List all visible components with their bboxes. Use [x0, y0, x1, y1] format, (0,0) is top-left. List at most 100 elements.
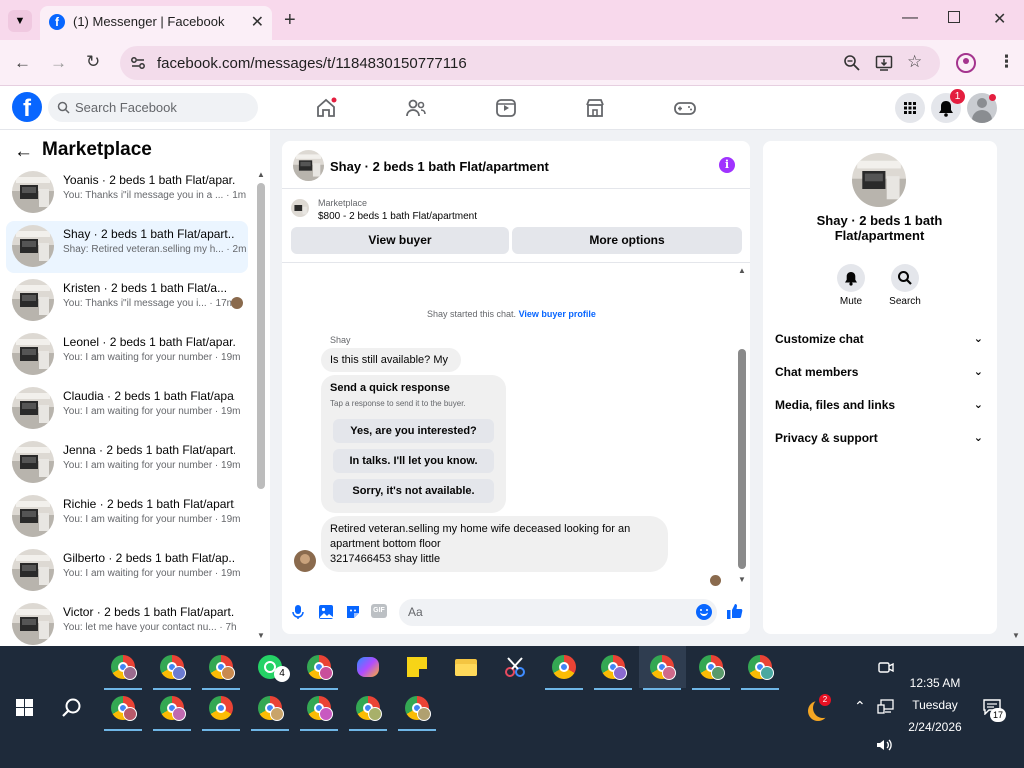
chrome-taskbar-icon[interactable] [202, 652, 240, 690]
close-window-button[interactable]: ✕ [993, 9, 1006, 29]
chat-scrollbar[interactable] [738, 349, 746, 569]
whatsapp-taskbar-icon[interactable]: 4 [255, 652, 290, 682]
chrome-taskbar-icon[interactable] [153, 652, 191, 690]
thumbs-up-icon[interactable] [726, 603, 743, 620]
chat-header-title[interactable]: Shay · 2 beds 1 bath Flat/apartment [330, 159, 549, 174]
scroll-up-icon[interactable]: ▲ [257, 170, 265, 179]
privacy-support-section[interactable]: Privacy & support ⌄ [775, 431, 987, 445]
mute-button[interactable] [837, 264, 865, 292]
system-clock[interactable]: 12:35 AM Tuesday 2/24/2026 [880, 676, 990, 734]
conversation-item[interactable]: Yoanis · 2 beds 1 bath Flat/apar... You: … [6, 167, 248, 219]
quick-response-option[interactable]: Yes, are you interested? [333, 419, 494, 443]
emoji-icon[interactable] [696, 604, 712, 620]
tab-search-button[interactable]: ▼ [8, 10, 32, 32]
conversation-item[interactable]: Victor · 2 beds 1 bath Flat/apart... You:… [6, 599, 248, 651]
gif-icon[interactable]: GIF [371, 604, 387, 618]
video-nav-icon[interactable] [494, 96, 518, 120]
chrome-taskbar-icon[interactable] [643, 652, 681, 690]
minimize-button[interactable]: — [902, 9, 918, 27]
chrome-taskbar-icon[interactable] [104, 693, 142, 731]
quick-response-option[interactable]: In talks. I'll let you know. [333, 449, 494, 473]
site-info-icon[interactable] [129, 54, 147, 72]
conversation-item[interactable]: Richie · 2 beds 1 bath Flat/apart... You:… [6, 491, 248, 543]
notification-center-icon[interactable]: 17 [983, 699, 1006, 722]
browser-menu-icon[interactable]: ⋮ [998, 52, 1015, 72]
chrome-taskbar-icon[interactable] [741, 652, 779, 690]
chrome-taskbar-icon[interactable] [104, 652, 142, 690]
message-bubble[interactable]: Retired veteran.selling my home wife dec… [321, 516, 668, 572]
profile-icon[interactable] [956, 53, 976, 73]
bookmark-star-icon[interactable]: ☆ [907, 52, 922, 72]
photo-icon[interactable] [318, 604, 334, 620]
page-scroll-down-icon[interactable]: ▼ [1012, 631, 1020, 640]
chrome-taskbar-icon[interactable] [153, 693, 191, 731]
snipping-tool-taskbar-icon[interactable] [500, 652, 530, 682]
file-explorer-taskbar-icon[interactable] [451, 652, 481, 682]
browser-tab[interactable]: f (1) Messenger | Facebook ✕ [40, 6, 272, 40]
conversation-item[interactable]: Jenna · 2 beds 1 bath Flat/apart... You: … [6, 437, 248, 489]
zoom-icon[interactable] [843, 54, 861, 72]
copilot-taskbar-icon[interactable] [353, 652, 383, 682]
chrome-taskbar-icon[interactable] [594, 652, 632, 690]
chat-scroll-down-icon[interactable]: ▼ [738, 575, 746, 584]
media-files-links-section[interactable]: Media, files and links ⌄ [775, 398, 987, 412]
conversation-item[interactable]: Gilberto · 2 beds 1 bath Flat/ap... You: … [6, 545, 248, 597]
show-hidden-icons-chevron-up-icon[interactable]: ⌃ [854, 698, 866, 715]
taskbar-search-icon[interactable] [61, 697, 83, 719]
chat-listing-thumbnail[interactable] [293, 150, 324, 181]
more-options-button[interactable]: More options [512, 227, 742, 254]
chrome-taskbar-icon[interactable] [398, 693, 436, 731]
view-buyer-button[interactable]: View buyer [291, 227, 509, 254]
view-buyer-profile-link[interactable]: View buyer profile [519, 309, 596, 319]
weather-icon[interactable]: 2 [806, 694, 833, 721]
chevron-down-icon: ⌄ [973, 432, 983, 444]
listing-mini-thumbnail[interactable] [291, 199, 309, 217]
listing-photo[interactable] [852, 153, 906, 207]
chrome-taskbar-icon[interactable] [692, 652, 730, 690]
chrome-taskbar-icon[interactable] [545, 652, 583, 690]
sticky-notes-taskbar-icon[interactable] [402, 652, 432, 682]
sticker-icon[interactable] [345, 604, 361, 620]
url-text[interactable]: facebook.com/messages/t/1184830150777116 [157, 55, 467, 72]
listing-price-title[interactable]: $800 - 2 beds 1 bath Flat/apartment [318, 211, 477, 222]
back-icon[interactable]: ← [14, 53, 31, 73]
chrome-taskbar-icon[interactable] [251, 693, 289, 731]
scroll-down-icon[interactable]: ▼ [257, 631, 265, 640]
facebook-logo-icon[interactable]: f [12, 92, 42, 122]
volume-icon[interactable] [876, 738, 894, 752]
windows-start-icon[interactable] [16, 699, 33, 716]
customize-chat-section[interactable]: Customize chat ⌄ [775, 332, 987, 346]
info-icon[interactable]: i [719, 157, 735, 173]
chrome-taskbar-icon[interactable] [202, 693, 240, 731]
gaming-nav-icon[interactable] [673, 96, 697, 120]
quick-response-option[interactable]: Sorry, it's not available. [333, 479, 494, 503]
microphone-icon[interactable] [291, 604, 305, 620]
facebook-search-input[interactable]: Search Facebook [48, 93, 258, 122]
message-bubble[interactable]: Is this still available? My [321, 348, 461, 372]
restore-button[interactable] [948, 11, 960, 23]
marketplace-nav-icon[interactable] [583, 96, 607, 120]
forward-icon[interactable]: → [50, 53, 67, 73]
friends-nav-icon[interactable] [404, 96, 428, 120]
sender-avatar[interactable] [294, 550, 316, 572]
conversation-item[interactable]: Leonel · 2 beds 1 bath Flat/apar... You: … [6, 329, 248, 381]
chat-scroll-up-icon[interactable]: ▲ [738, 266, 746, 275]
meet-now-icon[interactable] [878, 659, 894, 675]
chrome-taskbar-icon[interactable] [349, 693, 387, 731]
install-app-icon[interactable] [875, 54, 893, 72]
message-input[interactable]: Aa [399, 599, 717, 626]
back-arrow-icon[interactable]: ← [14, 141, 33, 163]
conversation-item[interactable]: Shay · 2 beds 1 bath Flat/apart... Shay: … [6, 221, 248, 273]
home-nav-icon[interactable] [314, 96, 338, 120]
reload-icon[interactable]: ↻ [86, 52, 100, 72]
chat-members-section[interactable]: Chat members ⌄ [775, 365, 987, 379]
tab-close-icon[interactable]: ✕ [251, 12, 264, 32]
chrome-taskbar-icon[interactable] [300, 652, 338, 690]
menu-button[interactable] [895, 93, 925, 123]
sidebar-scrollbar[interactable] [257, 183, 265, 489]
chrome-taskbar-icon[interactable] [300, 693, 338, 731]
search-conversation-button[interactable] [891, 264, 919, 292]
conversation-item[interactable]: Kristen · 2 beds 1 bath Flat/a... You: Th… [6, 275, 248, 327]
new-tab-button[interactable]: + [284, 9, 296, 32]
conversation-item[interactable]: Claudia · 2 beds 1 bath Flat/apa... You: … [6, 383, 248, 435]
